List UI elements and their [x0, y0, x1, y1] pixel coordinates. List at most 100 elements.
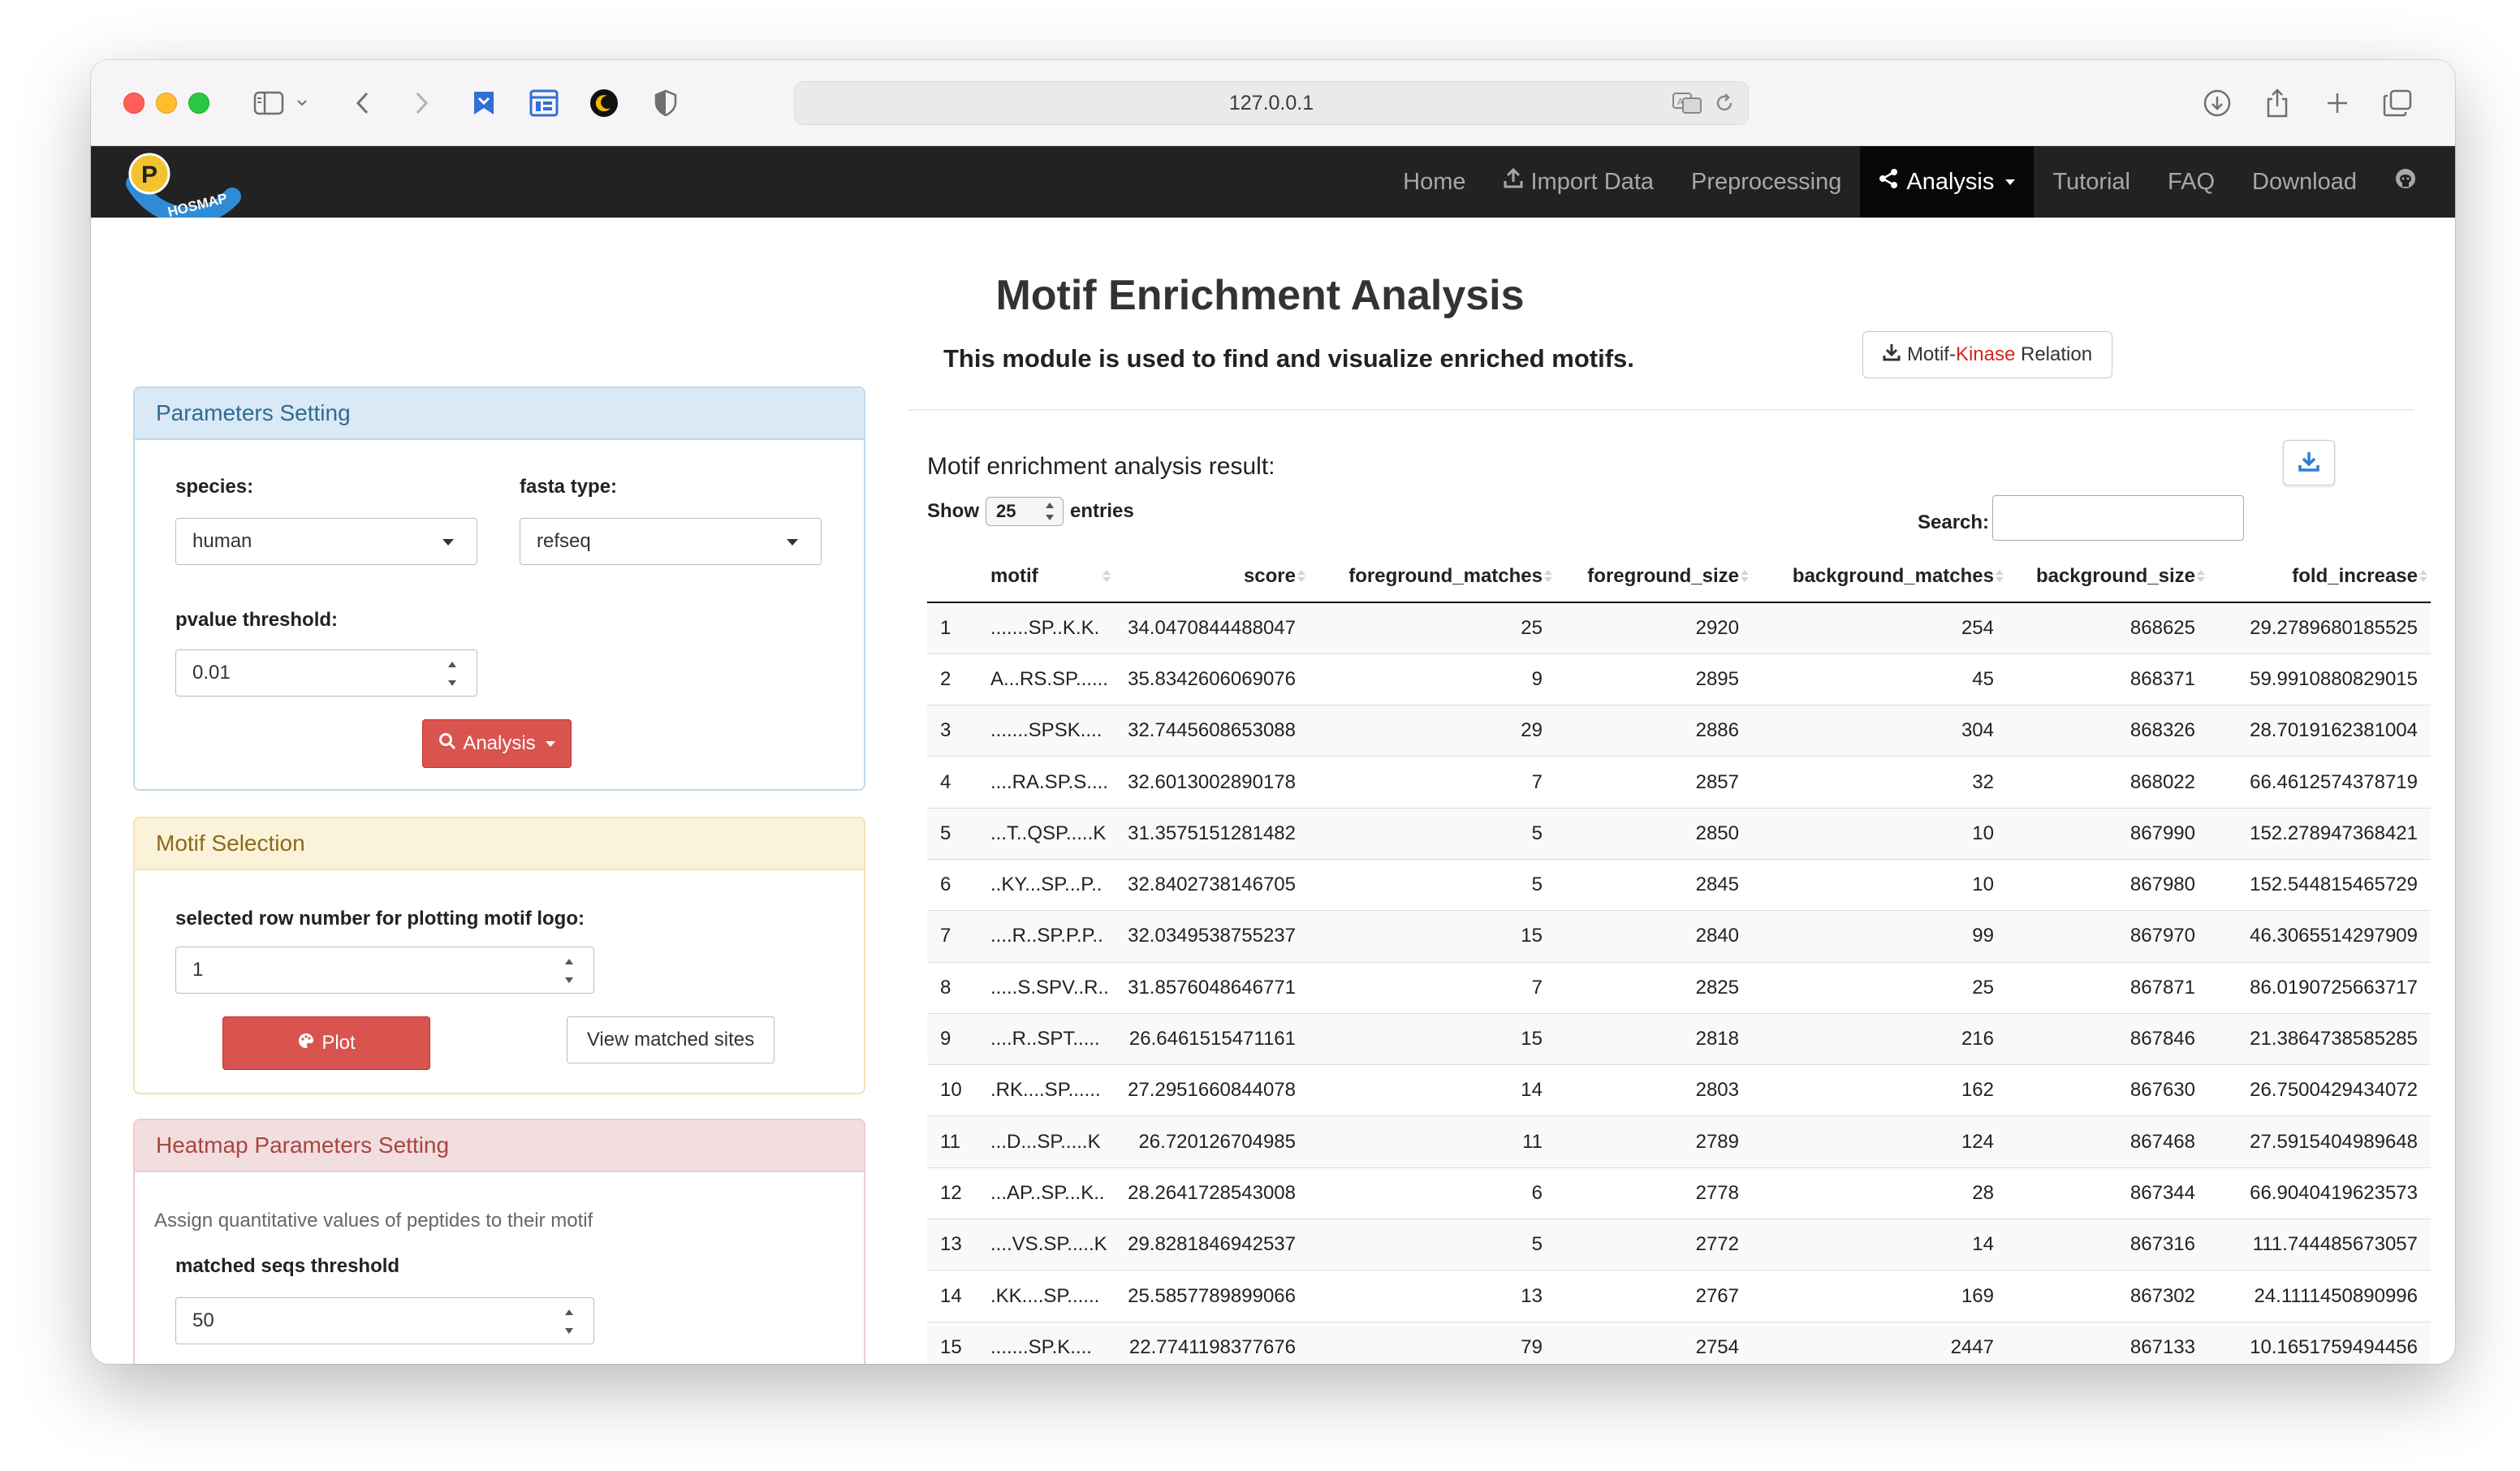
table-cell-score: 26.6461515471161	[1114, 1012, 1309, 1065]
translate-icon[interactable]: A	[1672, 92, 1704, 120]
fasta-type-select[interactable]: refseq	[520, 518, 822, 565]
nav-analysis[interactable]: Analysis	[1860, 146, 2035, 218]
table-cell-background_matches: 14	[1752, 1219, 2007, 1270]
back-icon[interactable]	[351, 84, 375, 122]
bookmark-extension-icon[interactable]	[468, 84, 500, 122]
table-row[interactable]: 5 ...T..QSP.....K 31.3575151281482 5 2850 10 8…	[927, 807, 2431, 860]
column-header-score[interactable]: score	[1114, 550, 1309, 603]
tab-overview-icon[interactable]	[2380, 84, 2414, 122]
column-header-background_matches[interactable]: background_matches	[1752, 550, 2007, 603]
download-results-button[interactable]	[2283, 440, 2335, 485]
chevron-down-icon[interactable]	[294, 84, 310, 122]
nav-faq-label: FAQ	[2168, 168, 2216, 195]
column-header-motif[interactable]: motif	[977, 550, 1114, 603]
forward-icon[interactable]	[409, 84, 434, 122]
analysis-button[interactable]: Analysis	[422, 719, 572, 768]
view-matched-sites-button[interactable]: View matched sites	[567, 1016, 775, 1063]
table-row[interactable]: 2 A...RS.SP...... 35.8342606069076 9 2895 45 8…	[927, 653, 2431, 705]
table-row[interactable]: 13 ....VS.SP.....K 29.8281846942537 5 2772 14…	[927, 1219, 2431, 1270]
sort-arrows-icon	[1996, 570, 2004, 582]
column-header-foreground_matches[interactable]: foreground_matches	[1309, 550, 1556, 603]
downloads-icon[interactable]	[2200, 84, 2234, 122]
plot-button[interactable]: Plot	[222, 1016, 430, 1070]
reader-extension-icon[interactable]	[528, 84, 560, 122]
table-cell-motif: A...RS.SP......	[977, 653, 1114, 705]
table-cell-foreground_size: 2778	[1556, 1167, 1752, 1219]
table-cell-background_matches: 254	[1752, 602, 2007, 654]
table-row[interactable]: 7 ....R..SP.P.P.. 32.0349538755237 15 2840 99…	[927, 910, 2431, 963]
table-cell-motif: ..KY...SP...P..	[977, 858, 1114, 911]
species-select[interactable]: human	[175, 518, 477, 565]
table-cell-foreground_size: 2886	[1556, 705, 1752, 757]
phosmap-logo[interactable]: P HOSMAP	[110, 146, 257, 225]
page-length-select[interactable]: 25	[986, 497, 1064, 526]
table-cell-foreground_size: 2920	[1556, 602, 1752, 654]
page-content: Motif Enrichment Analysis This module is…	[91, 218, 2455, 1364]
table-cell-index: 11	[927, 1115, 977, 1168]
table-row[interactable]: 9 ....R..SPT..... 26.6461515471161 15 2818 21…	[927, 1012, 2431, 1065]
pvalue-threshold-input[interactable]: 0.01	[175, 649, 477, 697]
close-window-button[interactable]	[123, 93, 145, 114]
app-navbar: P HOSMAP Home Import Data Preprocessing …	[91, 146, 2455, 225]
species-value: human	[192, 530, 252, 552]
table-row[interactable]: 11 ...D...SP.....K 26.720126704985 11 2789 12…	[927, 1115, 2431, 1168]
search-label: Search:	[1918, 511, 1990, 533]
table-cell-index: 2	[927, 653, 977, 705]
motif-kinase-relation-button[interactable]: Motif-Kinase Relation	[1862, 331, 2112, 378]
nav-home-label: Home	[1403, 168, 1466, 195]
column-header-index[interactable]	[927, 550, 977, 603]
reload-icon[interactable]	[1714, 92, 1735, 120]
matched-seqs-threshold-label: matched seqs threshold	[175, 1255, 400, 1277]
table-row[interactable]: 14 .KK....SP...... 25.5857789899066 13 2767 1…	[927, 1270, 2431, 1322]
table-row[interactable]: 1 .......SP..K.K. 34.0470844488047 25 2920 25…	[927, 602, 2431, 654]
number-spinner-icon[interactable]	[447, 662, 457, 686]
table-cell-background_size: 867133	[2007, 1321, 2208, 1364]
dark-mode-extension-icon[interactable]	[588, 84, 620, 122]
nav-faq[interactable]: FAQ	[2149, 146, 2233, 218]
privacy-shield-icon[interactable]	[649, 84, 682, 122]
view-matched-sites-label: View matched sites	[586, 1029, 755, 1050]
nav-import-data[interactable]: Import Data	[1485, 146, 1673, 218]
nav-home[interactable]: Home	[1384, 146, 1484, 218]
column-header-fold_increase[interactable]: fold_increase	[2208, 550, 2431, 603]
sidebar-toggle-icon[interactable]	[250, 84, 287, 122]
matched-seqs-threshold-input[interactable]: 50	[175, 1297, 594, 1344]
column-header-foreground_size[interactable]: foreground_size	[1556, 550, 1752, 603]
nav-menu: Home Import Data Preprocessing Analysis …	[1384, 146, 2436, 218]
table-cell-background_size: 868326	[2007, 705, 2208, 757]
zoom-window-button[interactable]	[188, 93, 209, 114]
nav-download[interactable]: Download	[2233, 146, 2375, 218]
column-header-label: fold_increase	[2292, 564, 2418, 587]
table-cell-foreground_matches: 11	[1309, 1115, 1556, 1168]
nav-preprocessing[interactable]: Preprocessing	[1672, 146, 1860, 218]
minimize-window-button[interactable]	[156, 93, 177, 114]
table-cell-fold_increase: 111.744485673057	[2208, 1219, 2431, 1270]
browser-toolbar: 127.0.0.1 A	[91, 60, 2455, 146]
table-row[interactable]: 10 .RK....SP...... 27.2951660844078 14 2803 1…	[927, 1064, 2431, 1116]
share-icon[interactable]	[2260, 84, 2294, 122]
column-header-background_size[interactable]: background_size	[2007, 550, 2208, 603]
address-bar[interactable]: 127.0.0.1 A	[794, 81, 1749, 125]
table-cell-fold_increase: 152.544815465729	[2208, 858, 2431, 911]
table-row[interactable]: 8 .....S.SPV..R.. 31.8576048646771 7 2825 25 8…	[927, 961, 2431, 1014]
table-row[interactable]: 3 .......SPSK.... 32.7445608653088 29 2886 30…	[927, 705, 2431, 757]
table-cell-foreground_matches: 5	[1309, 858, 1556, 911]
nav-github[interactable]	[2375, 146, 2436, 218]
new-tab-icon[interactable]	[2320, 84, 2354, 122]
table-row[interactable]: 15 .......SP.K.... 22.7741198377676 79 2754 2…	[927, 1321, 2431, 1364]
analysis-button-label: Analysis	[463, 732, 536, 754]
pvalue-threshold-label: pvalue threshold:	[175, 609, 339, 631]
pvalue-threshold-value: 0.01	[192, 662, 231, 684]
table-row[interactable]: 12 ...AP..SP...K.. 28.2641728543008 6 2778 28…	[927, 1167, 2431, 1219]
table-cell-foreground_size: 2767	[1556, 1270, 1752, 1322]
number-spinner-icon[interactable]	[564, 1309, 574, 1334]
search-input[interactable]	[1992, 495, 2244, 541]
table-row[interactable]: 6 ..KY...SP...P.. 32.8402738146705 5 2845 10 8…	[927, 858, 2431, 911]
table-row[interactable]: 4 ....RA.SP.S.... 32.6013002890178 7 2857 32 8…	[927, 756, 2431, 809]
table-cell-index: 7	[927, 910, 977, 963]
nav-tutorial[interactable]: Tutorial	[2034, 146, 2149, 218]
number-spinner-icon[interactable]	[564, 959, 574, 983]
row-number-input[interactable]: 1	[175, 947, 594, 994]
table-header-row: motif score foreground_matches foreground_s…	[927, 550, 2431, 603]
table-cell-foreground_size: 2825	[1556, 961, 1752, 1014]
